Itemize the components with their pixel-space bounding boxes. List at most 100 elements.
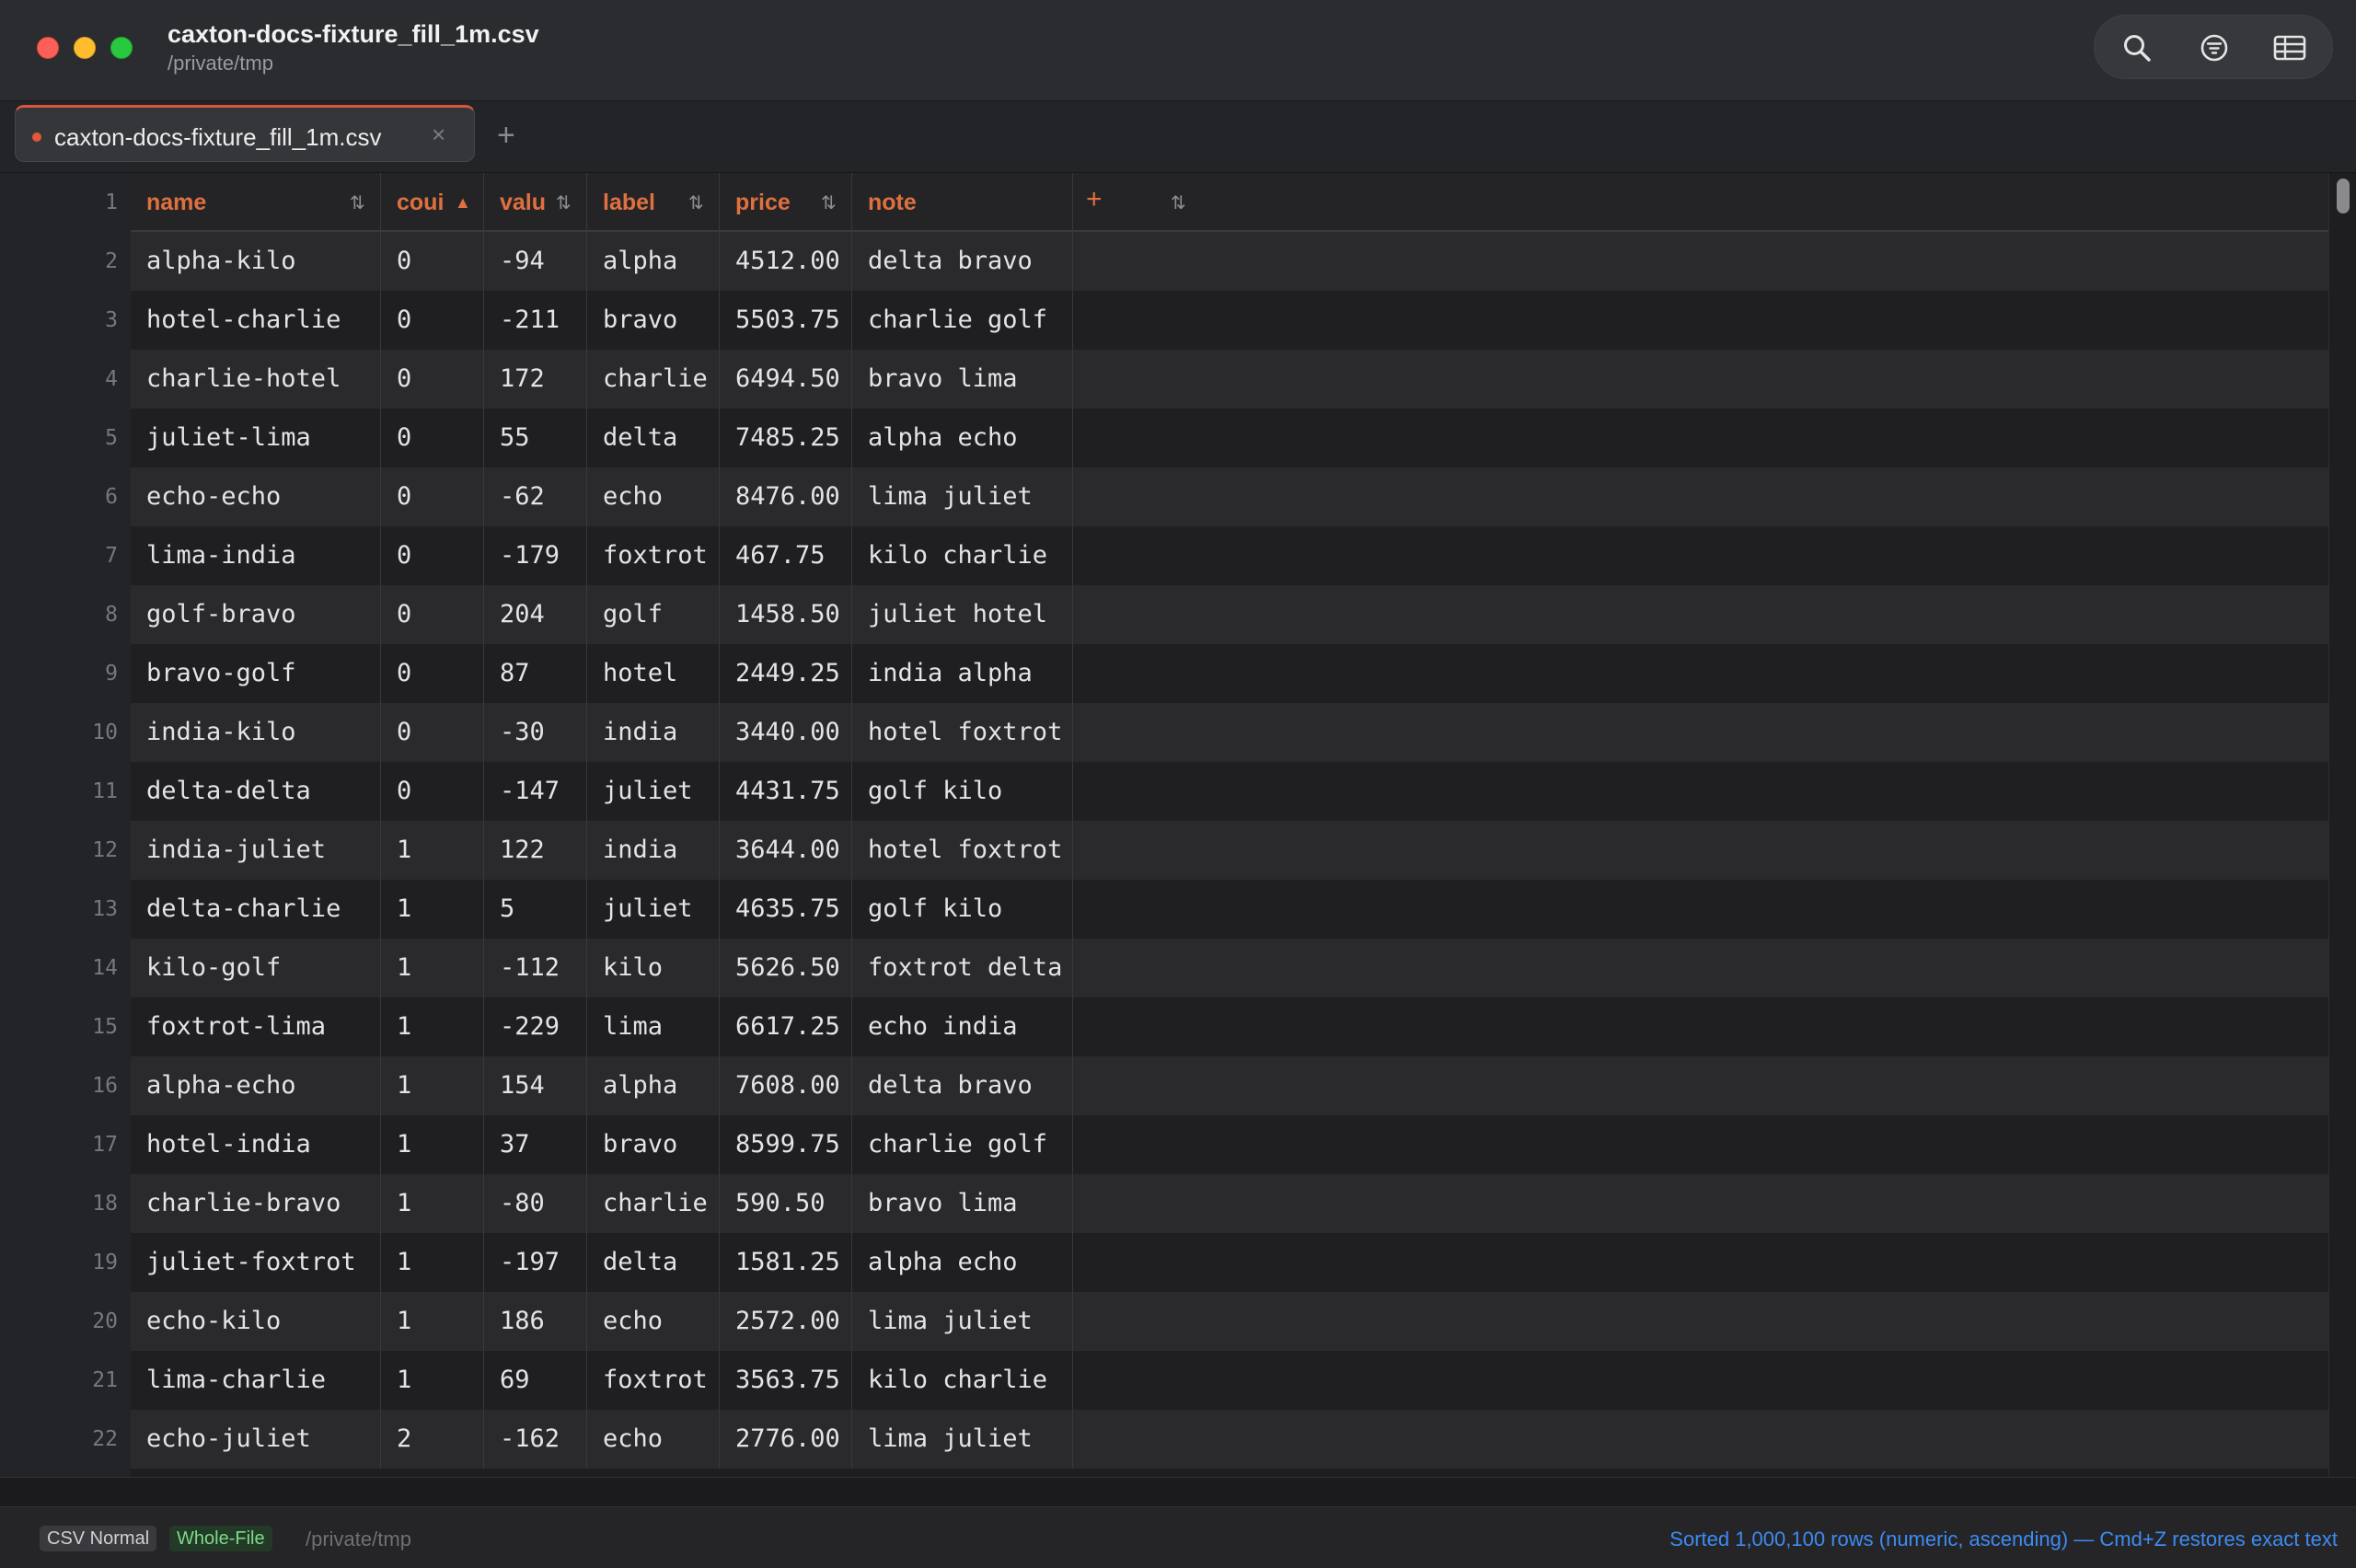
vertical-scrollbar[interactable] <box>2328 173 2356 1477</box>
cell-count[interactable]: 1 <box>381 997 484 1056</box>
cell-note[interactable]: kilo charlie <box>852 526 1073 585</box>
row-number[interactable]: 16 <box>0 1056 118 1115</box>
cell-price[interactable]: 5503.75 <box>720 291 852 350</box>
horizontal-scroll-area[interactable] <box>0 1477 2356 1506</box>
add-column-button[interactable]: + <box>1086 184 1103 215</box>
cell-value[interactable]: 55 <box>484 409 587 467</box>
cell-price[interactable]: 3440.00 <box>720 703 852 762</box>
cell-price[interactable]: 1458.50 <box>720 585 852 644</box>
cell-count[interactable]: 0 <box>381 526 484 585</box>
row-number[interactable]: 13 <box>0 880 118 939</box>
cell-note[interactable]: bravo lima <box>852 350 1073 409</box>
cell-price[interactable]: 3563.75 <box>720 1351 852 1410</box>
cell-label[interactable]: india <box>587 821 720 880</box>
cell-note[interactable]: lima juliet <box>852 1410 1073 1469</box>
table-row[interactable]: 8 golf-bravo 0 204 golf 1458.50 juliet hotel <box>0 585 2328 644</box>
cell-name[interactable]: lima-india <box>131 526 381 585</box>
cell-name[interactable]: bravo-golf <box>131 644 381 703</box>
cell-note[interactable]: foxtrot delta <box>852 939 1073 997</box>
cell-label[interactable]: hotel <box>587 644 720 703</box>
cell-price[interactable]: 8476.00 <box>720 467 852 526</box>
table-row[interactable]: 15 foxtrot-lima 1 -229 lima 6617.25 echo india <box>0 997 2328 1056</box>
zoom-window-button[interactable] <box>110 37 133 59</box>
cell-label[interactable]: charlie <box>587 1174 720 1233</box>
cell-label[interactable]: golf <box>587 585 720 644</box>
scope-badge[interactable]: Whole-File <box>169 1526 272 1551</box>
tab-file[interactable]: caxton-docs-fixture_fill_1m.csv × <box>15 105 475 162</box>
cell-label[interactable]: echo <box>587 1292 720 1351</box>
cell-name[interactable]: alpha-kilo <box>131 232 381 291</box>
cell-name[interactable]: echo-juliet <box>131 1410 381 1469</box>
cell-value[interactable]: 186 <box>484 1292 587 1351</box>
sort-toggle-icon[interactable]: ⇅ <box>1171 191 1186 214</box>
cell-value[interactable]: 204 <box>484 585 587 644</box>
new-tab-button[interactable]: + <box>497 120 515 151</box>
cell-note[interactable]: alpha echo <box>852 1233 1073 1292</box>
table-row[interactable]: 14 kilo-golf 1 -112 kilo 5626.50 foxtrot delta <box>0 939 2328 997</box>
cell-count[interactable]: 1 <box>381 939 484 997</box>
cell-value[interactable]: 122 <box>484 821 587 880</box>
cell-label[interactable]: foxtrot <box>587 526 720 585</box>
cell-name[interactable]: echo-kilo <box>131 1292 381 1351</box>
table-row[interactable]: 7 lima-india 0 -179 foxtrot 467.75 kilo charli… <box>0 526 2328 585</box>
cell-note[interactable]: golf kilo <box>852 880 1073 939</box>
cell-note[interactable]: bravo lima <box>852 1174 1073 1233</box>
cell-count[interactable]: 0 <box>381 585 484 644</box>
cell-count[interactable]: 1 <box>381 1115 484 1174</box>
table-row[interactable]: 17 hotel-india 1 37 bravo 8599.75 charlie golf <box>0 1115 2328 1174</box>
cell-note[interactable]: alpha echo <box>852 409 1073 467</box>
cell-value[interactable]: 5 <box>484 880 587 939</box>
close-window-button[interactable] <box>37 37 59 59</box>
cell-note[interactable]: india alpha <box>852 644 1073 703</box>
cell-note[interactable]: charlie golf <box>852 1115 1073 1174</box>
cell-value[interactable]: -94 <box>484 232 587 291</box>
table-view-button[interactable] <box>2268 26 2312 70</box>
cell-count[interactable]: 1 <box>381 1056 484 1115</box>
cell-count[interactable]: 0 <box>381 350 484 409</box>
column-header-value[interactable]: valu ⇅ <box>484 173 587 232</box>
row-number[interactable]: 4 <box>0 350 118 409</box>
cell-price[interactable]: 6494.50 <box>720 350 852 409</box>
cell-name[interactable]: juliet-lima <box>131 409 381 467</box>
cell-price[interactable]: 6617.25 <box>720 997 852 1056</box>
cell-price[interactable]: 2776.00 <box>720 1410 852 1469</box>
row-number[interactable]: 22 <box>0 1410 118 1469</box>
table-row[interactable]: 13 delta-charlie 1 5 juliet 4635.75 golf kilo <box>0 880 2328 939</box>
cell-name[interactable]: lima-charlie <box>131 1351 381 1410</box>
cell-price[interactable]: 467.75 <box>720 526 852 585</box>
cell-count[interactable]: 0 <box>381 762 484 821</box>
cell-value[interactable]: 87 <box>484 644 587 703</box>
row-number[interactable]: 7 <box>0 526 118 585</box>
cell-value[interactable]: -30 <box>484 703 587 762</box>
cell-price[interactable]: 4512.00 <box>720 232 852 291</box>
row-number[interactable]: 11 <box>0 762 118 821</box>
cell-count[interactable]: 0 <box>381 703 484 762</box>
cell-label[interactable]: bravo <box>587 291 720 350</box>
table-row[interactable]: 3 hotel-charlie 0 -211 bravo 5503.75 charlie g… <box>0 291 2328 350</box>
cell-label[interactable]: foxtrot <box>587 1351 720 1410</box>
row-number[interactable]: 18 <box>0 1174 118 1233</box>
cell-price[interactable]: 2572.00 <box>720 1292 852 1351</box>
table-row[interactable]: 21 lima-charlie 1 69 foxtrot 3563.75 kilo char… <box>0 1351 2328 1410</box>
table-row[interactable]: 11 delta-delta 0 -147 juliet 4431.75 golf kilo <box>0 762 2328 821</box>
sort-toggle-icon[interactable]: ⇅ <box>821 191 837 214</box>
table-row[interactable]: 16 alpha-echo 1 154 alpha 7608.00 delta bravo <box>0 1056 2328 1115</box>
cell-name[interactable]: hotel-charlie <box>131 291 381 350</box>
cell-label[interactable]: juliet <box>587 762 720 821</box>
row-number[interactable]: 21 <box>0 1351 118 1410</box>
cell-count[interactable]: 0 <box>381 644 484 703</box>
cell-count[interactable]: 0 <box>381 467 484 526</box>
table-row[interactable]: 19 juliet-foxtrot 1 -197 delta 1581.25 alpha e… <box>0 1233 2328 1292</box>
cell-count[interactable]: 1 <box>381 880 484 939</box>
cell-price[interactable]: 5626.50 <box>720 939 852 997</box>
tab-close-icon[interactable]: × <box>432 121 445 149</box>
search-button[interactable] <box>2115 26 2159 70</box>
cell-value[interactable]: 69 <box>484 1351 587 1410</box>
cell-label[interactable]: echo <box>587 1410 720 1469</box>
cell-price[interactable]: 8599.75 <box>720 1115 852 1174</box>
table-row[interactable]: 2 alpha-kilo 0 -94 alpha 4512.00 delta bravo <box>0 232 2328 291</box>
cell-note[interactable]: delta bravo <box>852 232 1073 291</box>
sort-toggle-icon[interactable]: ⇅ <box>688 191 704 214</box>
cell-name[interactable]: juliet-foxtrot <box>131 1233 381 1292</box>
cell-label[interactable]: alpha <box>587 1056 720 1115</box>
